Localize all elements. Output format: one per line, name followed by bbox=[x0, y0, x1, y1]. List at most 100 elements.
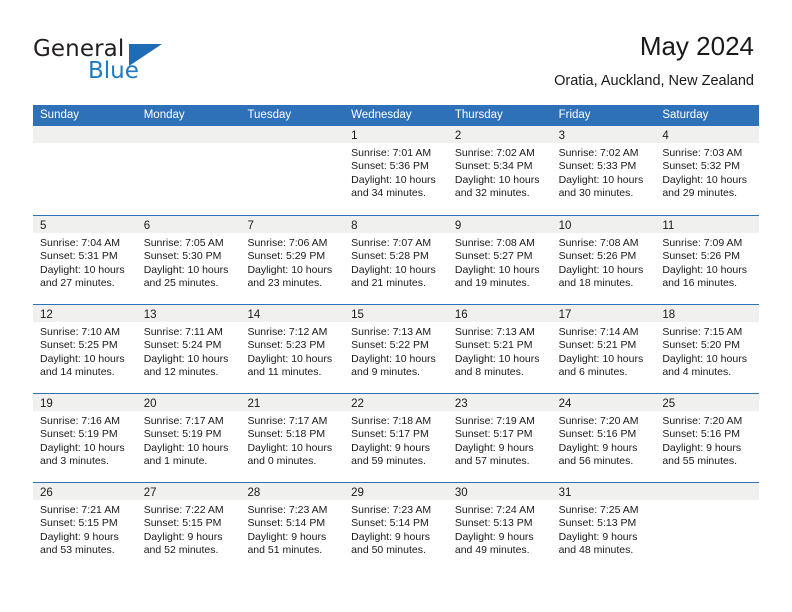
day-number: 20 bbox=[143, 398, 157, 410]
day-number: 26 bbox=[40, 487, 53, 499]
calendar-day-cell[interactable]: 13 Sunrise: 7:11 AM Sunset: 5:24 PM Dayligh… bbox=[136, 305, 241, 393]
calendar-day-cell[interactable]: 26 Sunrise: 7:21 AM Sunset: 5:15 PM Dayligh… bbox=[33, 483, 137, 571]
daylight-text-line1: Daylight: 10 hours bbox=[558, 173, 644, 186]
day-number: 31 bbox=[558, 487, 572, 499]
calendar-day-cell[interactable]: 29 Sunrise: 7:23 AM Sunset: 5:14 PM Dayligh… bbox=[344, 483, 448, 571]
calendar-day-cell[interactable]: 28 Sunrise: 7:23 AM Sunset: 5:14 PM Dayligh… bbox=[240, 483, 345, 571]
calendar-day-cell[interactable]: 24 Sunrise: 7:20 AM Sunset: 5:16 PM Dayligh… bbox=[551, 394, 656, 482]
calendar-grid: Sunday Monday Tuesday Wednesday Thursday Frid… bbox=[33, 105, 760, 571]
daylight-text-line2: and 18 minutes. bbox=[558, 277, 634, 290]
day-number-band: 28 bbox=[240, 483, 345, 500]
calendar-day-cell[interactable]: 27 Sunrise: 7:22 AM Sunset: 5:15 PM Dayligh… bbox=[136, 483, 241, 571]
day-number-band: 23 bbox=[447, 394, 552, 411]
daylight-text-line2: and 30 minutes. bbox=[558, 187, 634, 200]
title-block: May 2024 Oratia, Auckland, New Zealand bbox=[554, 30, 754, 90]
sunrise-text: Sunrise: 7:09 AM bbox=[662, 237, 743, 249]
day-details: Sunrise: 7:21 AM Sunset: 5:15 PM Daylight:… bbox=[33, 500, 137, 558]
daylight-text-line1: Daylight: 10 hours bbox=[351, 263, 436, 276]
sunrise-text: Sunrise: 7:17 AM bbox=[143, 415, 224, 427]
calendar-day-cell[interactable]: 31 Sunrise: 7:25 AM Sunset: 5:13 PM Dayligh… bbox=[551, 483, 656, 571]
calendar-day-cell[interactable]: 19 Sunrise: 7:16 AM Sunset: 5:19 PM Dayligh… bbox=[33, 394, 137, 482]
day-details: Sunrise: 7:08 AM Sunset: 5:26 PM Daylight:… bbox=[552, 233, 656, 291]
calendar-day-cell[interactable]: 12 Sunrise: 7:10 AM Sunset: 5:25 PM Dayligh… bbox=[33, 305, 137, 393]
calendar-day-cell[interactable]: 5 Sunrise: 7:04 AM Sunset: 5:31 PM Daylight… bbox=[33, 216, 137, 304]
calendar-day-cell[interactable]: 9 Sunrise: 7:08 AM Sunset: 5:27 PM Daylight… bbox=[447, 216, 552, 304]
day-details: Sunrise: 7:24 AM Sunset: 5:13 PM Daylight:… bbox=[448, 500, 552, 558]
daylight-text-line1: Daylight: 10 hours bbox=[351, 173, 436, 186]
day-number: 24 bbox=[558, 398, 572, 410]
calendar-week-row: 1 Sunrise: 7:01 AM Sunset: 5:36 PM Daylight… bbox=[33, 126, 760, 215]
daylight-text-line2: and 25 minutes. bbox=[143, 277, 219, 290]
sunset-text: Sunset: 5:22 PM bbox=[351, 339, 429, 352]
daylight-text-line1: Daylight: 10 hours bbox=[143, 441, 229, 454]
day-number-band: 31 bbox=[551, 483, 656, 500]
calendar-day-cell[interactable]: 4 Sunrise: 7:03 AM Sunset: 5:32 PM Daylight… bbox=[655, 126, 760, 215]
sunrise-text: Sunrise: 7:03 AM bbox=[662, 147, 743, 159]
calendar-day-cell[interactable]: 21 Sunrise: 7:17 AM Sunset: 5:18 PM Dayligh… bbox=[240, 394, 345, 482]
day-details: Sunrise: 7:03 AM Sunset: 5:32 PM Daylight:… bbox=[655, 143, 759, 201]
sunrise-text: Sunrise: 7:02 AM bbox=[454, 147, 535, 159]
calendar-day-cell[interactable]: 17 Sunrise: 7:14 AM Sunset: 5:21 PM Dayligh… bbox=[551, 305, 656, 393]
day-number: 19 bbox=[40, 398, 53, 410]
calendar-day-cell[interactable]: 23 Sunrise: 7:19 AM Sunset: 5:17 PM Dayligh… bbox=[447, 394, 552, 482]
calendar-day-cell[interactable]: 14 Sunrise: 7:12 AM Sunset: 5:23 PM Dayligh… bbox=[240, 305, 345, 393]
day-number: 15 bbox=[351, 309, 364, 321]
daylight-text-line2: and 51 minutes. bbox=[247, 544, 323, 557]
calendar-day-cell[interactable]: 3 Sunrise: 7:02 AM Sunset: 5:33 PM Daylight… bbox=[551, 126, 656, 215]
calendar-day-cell[interactable]: 25 Sunrise: 7:20 AM Sunset: 5:16 PM Dayligh… bbox=[655, 394, 760, 482]
sunrise-text: Sunrise: 7:07 AM bbox=[351, 237, 432, 249]
calendar-day-cell[interactable]: 1 Sunrise: 7:01 AM Sunset: 5:36 PM Daylight… bbox=[344, 126, 448, 215]
day-number-band: 25 bbox=[655, 394, 760, 411]
calendar-day-cell[interactable]: 7 Sunrise: 7:06 AM Sunset: 5:29 PM Daylight… bbox=[240, 216, 345, 304]
daylight-text-line1: Daylight: 10 hours bbox=[351, 352, 436, 365]
day-number-band: 13 bbox=[136, 305, 241, 322]
calendar-day-cell[interactable]: 2 Sunrise: 7:02 AM Sunset: 5:34 PM Daylight… bbox=[447, 126, 552, 215]
calendar-day-cell[interactable]: 6 Sunrise: 7:05 AM Sunset: 5:30 PM Daylight… bbox=[136, 216, 241, 304]
daylight-text-line2: and 55 minutes. bbox=[662, 455, 738, 468]
sunset-text: Sunset: 5:19 PM bbox=[143, 428, 222, 441]
day-details: Sunrise: 7:06 AM Sunset: 5:29 PM Daylight:… bbox=[240, 233, 344, 291]
day-details: Sunrise: 7:23 AM Sunset: 5:14 PM Daylight:… bbox=[240, 500, 344, 558]
daylight-text-line1: Daylight: 10 hours bbox=[40, 441, 125, 454]
day-details: Sunrise: 7:11 AM Sunset: 5:24 PM Daylight:… bbox=[137, 322, 241, 380]
day-number: 3 bbox=[558, 130, 565, 142]
day-number: 21 bbox=[247, 398, 261, 410]
daylight-text-line2: and 56 minutes. bbox=[558, 455, 634, 468]
sunrise-text: Sunrise: 7:23 AM bbox=[247, 504, 328, 516]
day-details: Sunrise: 7:16 AM Sunset: 5:19 PM Daylight:… bbox=[33, 411, 137, 469]
calendar-day-cell[interactable]: 20 Sunrise: 7:17 AM Sunset: 5:19 PM Dayligh… bbox=[136, 394, 241, 482]
sunrise-text: Sunrise: 7:08 AM bbox=[558, 237, 639, 249]
calendar-day-cell[interactable]: 22 Sunrise: 7:18 AM Sunset: 5:17 PM Dayligh… bbox=[344, 394, 448, 482]
sunrise-text: Sunrise: 7:16 AM bbox=[40, 415, 120, 427]
calendar-day-cell[interactable]: 30 Sunrise: 7:24 AM Sunset: 5:13 PM Dayligh… bbox=[447, 483, 552, 571]
calendar-week-row: 26 Sunrise: 7:21 AM Sunset: 5:15 PM Dayligh… bbox=[33, 482, 760, 571]
day-number: 1 bbox=[351, 130, 358, 142]
daylight-text-line1: Daylight: 9 hours bbox=[662, 441, 742, 454]
day-number-band: 30 bbox=[447, 483, 552, 500]
calendar-day-cell[interactable]: 15 Sunrise: 7:13 AM Sunset: 5:22 PM Dayligh… bbox=[344, 305, 448, 393]
sunset-text: Sunset: 5:28 PM bbox=[351, 250, 429, 263]
calendar-day-cell[interactable]: 18 Sunrise: 7:15 AM Sunset: 5:20 PM Dayligh… bbox=[655, 305, 760, 393]
calendar-day-cell[interactable]: 11 Sunrise: 7:09 AM Sunset: 5:26 PM Dayligh… bbox=[655, 216, 760, 304]
day-number-band: 27 bbox=[136, 483, 241, 500]
sunrise-text: Sunrise: 7:23 AM bbox=[351, 504, 432, 516]
calendar-day-cell[interactable]: 16 Sunrise: 7:13 AM Sunset: 5:21 PM Dayligh… bbox=[447, 305, 552, 393]
sunset-text: Sunset: 5:21 PM bbox=[454, 339, 533, 352]
general-blue-logo[interactable]: General Blue bbox=[33, 36, 183, 88]
calendar-day-cell[interactable]: 8 Sunrise: 7:07 AM Sunset: 5:28 PM Daylight… bbox=[344, 216, 448, 304]
daylight-text-line2: and 21 minutes. bbox=[351, 277, 426, 290]
day-details: Sunrise: 7:04 AM Sunset: 5:31 PM Daylight:… bbox=[33, 233, 137, 291]
sunset-text: Sunset: 5:16 PM bbox=[662, 428, 740, 441]
day-number: 16 bbox=[454, 309, 468, 321]
sunrise-text: Sunrise: 7:14 AM bbox=[558, 326, 639, 338]
weekday-header-thursday: Thursday bbox=[454, 109, 503, 121]
sunrise-text: Sunrise: 7:01 AM bbox=[351, 147, 432, 159]
calendar-week-row: 19 Sunrise: 7:16 AM Sunset: 5:19 PM Dayligh… bbox=[33, 393, 760, 482]
day-number-band: 3 bbox=[551, 126, 656, 143]
calendar-day-cell[interactable]: 10 Sunrise: 7:08 AM Sunset: 5:26 PM Dayligh… bbox=[551, 216, 656, 304]
daylight-text-line2: and 50 minutes. bbox=[351, 544, 426, 557]
sunrise-text: Sunrise: 7:17 AM bbox=[247, 415, 328, 427]
sunset-text: Sunset: 5:26 PM bbox=[662, 250, 740, 263]
sunrise-text: Sunrise: 7:22 AM bbox=[143, 504, 224, 516]
day-number-band: 22 bbox=[344, 394, 448, 411]
